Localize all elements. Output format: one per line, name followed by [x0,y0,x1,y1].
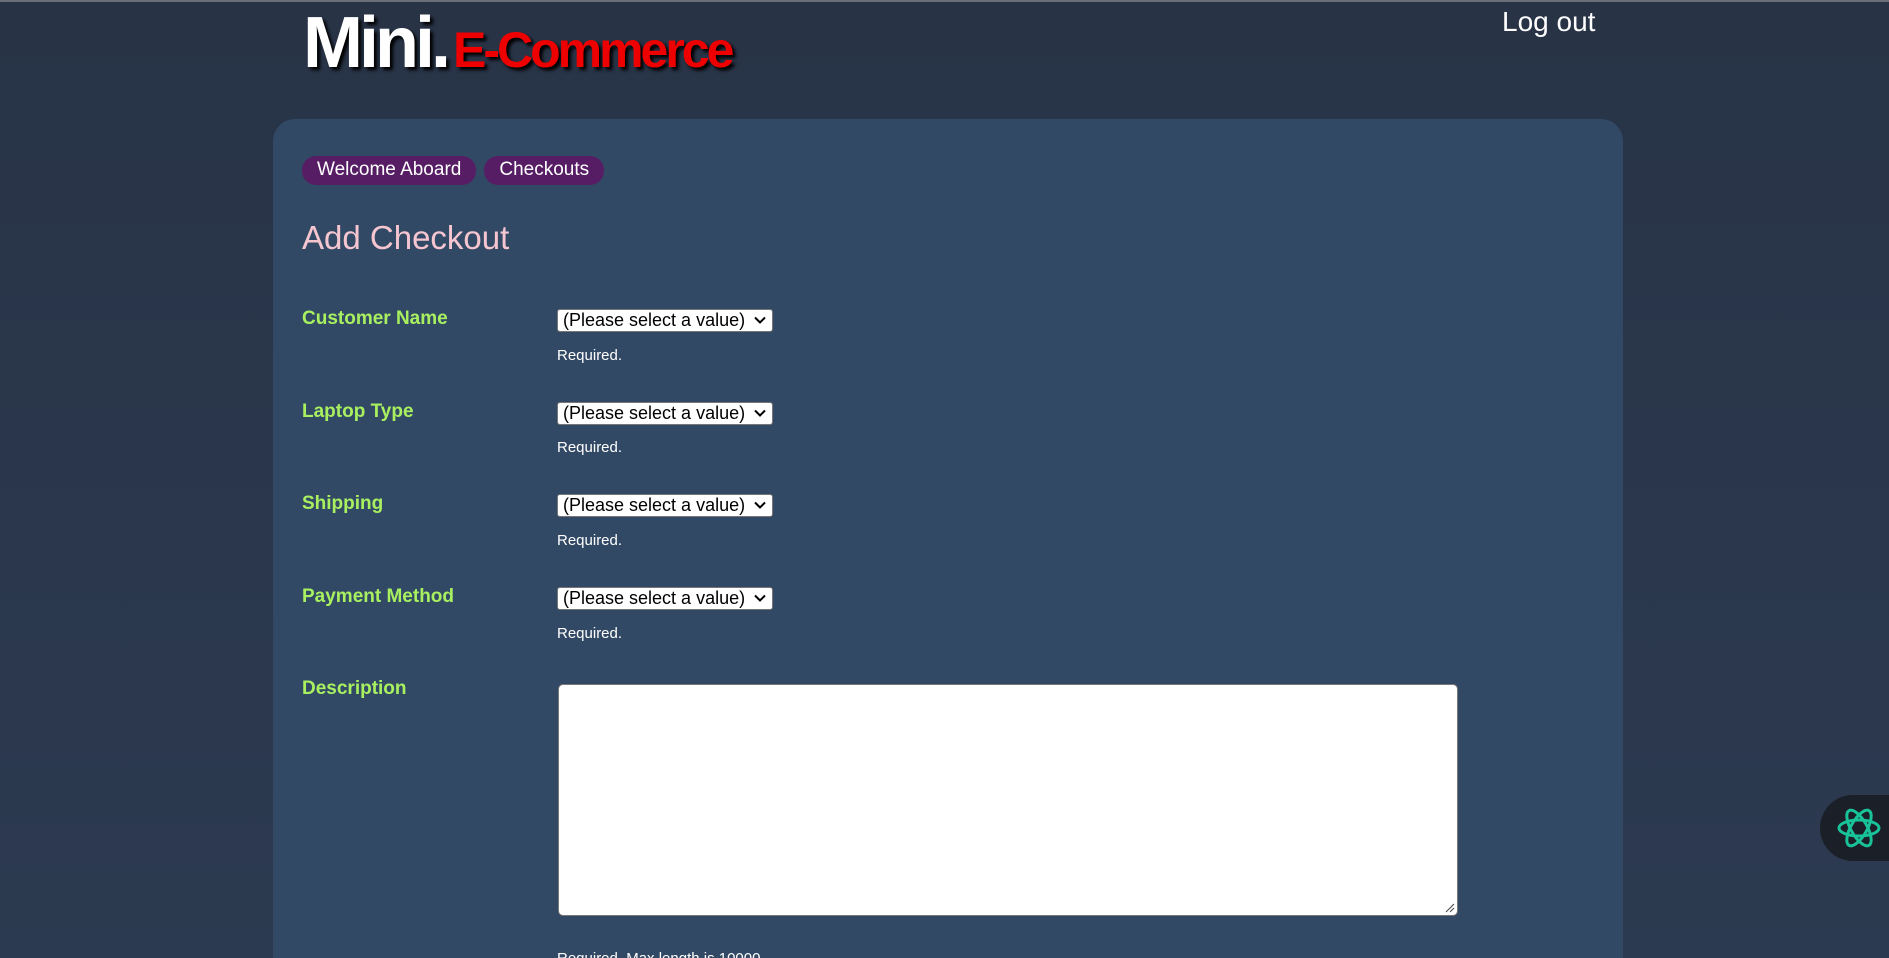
chevron-down-icon [754,594,766,602]
ai-assistant-button[interactable] [1820,795,1889,861]
description-label: Description [302,678,407,699]
description-textarea[interactable] [558,684,1458,916]
payment-method-select[interactable]: (Please select a value) [557,587,773,610]
shipping-hint: Required. [557,532,623,549]
ai-assistant-icon [1837,808,1881,848]
chevron-down-icon [754,316,766,324]
page-title: Add Checkout [302,219,510,256]
breadcrumb-checkouts[interactable]: Checkouts [484,156,605,185]
logo-main-text: Mini. [303,3,451,83]
laptop-type-hint: Required. [557,439,623,456]
shipping-select[interactable]: (Please select a value) [557,494,773,517]
chevron-down-icon [754,501,766,509]
customer-name-value: (Please select a value) [563,310,746,330]
customer-name-select[interactable]: (Please select a value) [557,309,773,332]
customer-name-label: Customer Name [302,308,448,329]
laptop-type-label: Laptop Type [302,401,414,422]
shipping-value: (Please select a value) [563,495,746,515]
chevron-down-icon [754,409,766,417]
description-hint: Required. Max length is 10000. [557,950,765,958]
logo-sub-text: E-Commerce [452,22,734,78]
customer-name-hint: Required. [557,347,623,364]
site-logo[interactable]: Mini. E-Commerce [303,2,734,84]
breadcrumb: Welcome Aboard Checkouts [302,156,605,185]
laptop-type-value: (Please select a value) [563,403,746,423]
resize-grip-icon[interactable] [1443,901,1455,913]
payment-method-hint: Required. [557,625,623,642]
payment-method-value: (Please select a value) [563,588,746,608]
breadcrumb-welcome-aboard[interactable]: Welcome Aboard [302,156,477,185]
shipping-label: Shipping [302,493,384,514]
logout-link[interactable]: Log out [1502,6,1595,38]
payment-method-label: Payment Method [302,586,455,607]
main-panel: Welcome Aboard Checkouts Add Checkout Cu… [273,119,1623,958]
laptop-type-select[interactable]: (Please select a value) [557,402,773,425]
